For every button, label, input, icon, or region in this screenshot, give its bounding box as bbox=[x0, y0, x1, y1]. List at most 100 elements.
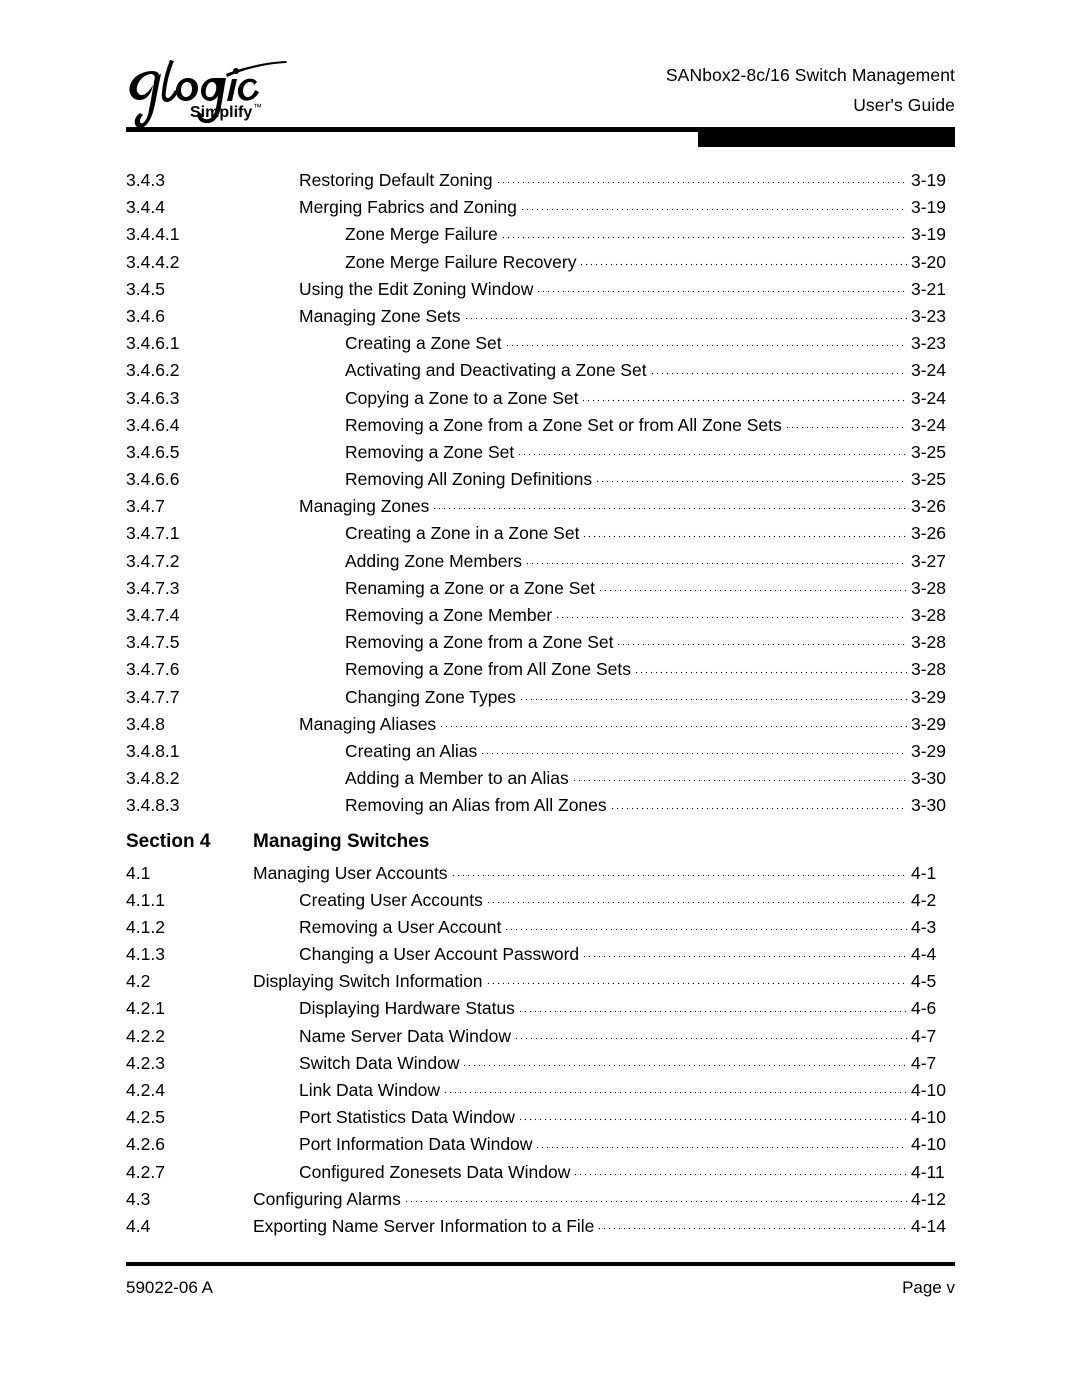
toc-entry[interactable]: 3.4.4.1 Zone Merge Failure 3-19 bbox=[126, 221, 955, 248]
toc-entry-body: Displaying Switch Information 4-5 bbox=[253, 968, 955, 995]
toc-entry[interactable]: 4.1.2 Removing a User Account 4-3 bbox=[126, 914, 955, 941]
toc-entry[interactable]: 3.4.8 Managing Aliases 3-29 bbox=[126, 711, 955, 738]
toc-entry-page: 3-25 bbox=[911, 469, 947, 490]
toc-entry[interactable]: 3.4.7 Managing Zones 3-26 bbox=[126, 493, 955, 520]
toc-leader-dots bbox=[500, 228, 907, 246]
toc-entry-title: Creating User Accounts bbox=[299, 889, 483, 910]
toc-entry[interactable]: 3.4.4.2 Zone Merge Failure Recovery 3-20 bbox=[126, 249, 955, 276]
toc-entry-title: Port Statistics Data Window bbox=[299, 1107, 515, 1128]
toc-entry-number: 4.1 bbox=[126, 862, 151, 883]
toc-entry-page: 3-26 bbox=[911, 496, 947, 517]
toc-entry[interactable]: 3.4.3 Restoring Default Zoning 3-19 bbox=[126, 167, 955, 194]
toc-entry[interactable]: 4.1.3 Changing a User Account Password 4-4 bbox=[126, 941, 955, 968]
toc-entry[interactable]: 3.4.4 Merging Fabrics and Zoning 3-19 bbox=[126, 194, 955, 221]
toc-entry-number: 3.4.8.2 bbox=[126, 768, 180, 789]
toc-entry[interactable]: 4.3 Configuring Alarms 4-12 bbox=[126, 1186, 955, 1213]
toc-entry-page: 3-29 bbox=[911, 740, 947, 761]
toc-entry-page: 3-28 bbox=[911, 659, 947, 680]
toc-entry-page: 4-2 bbox=[911, 889, 937, 910]
toc-entry-number: 4.4 bbox=[126, 1215, 151, 1236]
toc-leader-dots bbox=[573, 1165, 907, 1183]
toc-entry-number: 3.4.5 bbox=[126, 278, 165, 299]
toc-entry[interactable]: 4.2.6 Port Information Data Window 4-10 bbox=[126, 1131, 955, 1158]
toc-leader-dots bbox=[525, 554, 907, 572]
toc-entry[interactable]: 4.2.5 Port Statistics Data Window 4-10 bbox=[126, 1104, 955, 1131]
toc-entry[interactable]: 3.4.7.7 Changing Zone Types 3-29 bbox=[126, 684, 955, 711]
toc-entry[interactable]: 3.4.8.1 Creating an Alias 3-29 bbox=[126, 738, 955, 765]
toc-entry-page: 3-23 bbox=[911, 305, 947, 326]
toc-entry-title: Removing a Zone Set bbox=[345, 441, 515, 462]
toc-entry-number: 3.4.7.6 bbox=[126, 659, 180, 680]
toc-entry-title: Managing Zones bbox=[299, 496, 430, 517]
toc-entry[interactable]: 3.4.7.1 Creating a Zone in a Zone Set 3-26 bbox=[126, 520, 955, 547]
toc-entry[interactable]: 3.4.7.5 Removing a Zone from a Zone Set 3-… bbox=[126, 629, 955, 656]
toc-entry-body: Renaming a Zone or a Zone Set 3-28 bbox=[345, 575, 955, 602]
toc-leader-dots bbox=[597, 1220, 907, 1238]
toc-entry[interactable]: 4.2 Displaying Switch Information 4-5 bbox=[126, 968, 955, 995]
toc-entry-title: Renaming a Zone or a Zone Set bbox=[345, 577, 596, 598]
page-number: Page v bbox=[902, 1278, 955, 1297]
toc-entry-number: 3.4.6.4 bbox=[126, 414, 180, 435]
toc-entry-page: 4-4 bbox=[911, 944, 937, 965]
toc-entry[interactable]: 3.4.5 Using the Edit Zoning Window 3-21 bbox=[126, 276, 955, 303]
toc-entry-number: 3.4.6.2 bbox=[126, 360, 180, 381]
toc-entry[interactable]: 4.2.2 Name Server Data Window 4-7 bbox=[126, 1023, 955, 1050]
toc-entry[interactable]: 4.2.1 Displaying Hardware Status 4-6 bbox=[126, 995, 955, 1022]
toc-entry[interactable]: 3.4.6.1 Creating a Zone Set 3-23 bbox=[126, 330, 955, 357]
toc-leader-dots bbox=[582, 527, 907, 545]
toc-entry[interactable]: 3.4.6.3 Copying a Zone to a Zone Set 3-24 bbox=[126, 385, 955, 412]
toc-leader-dots bbox=[571, 772, 907, 790]
toc-section-title: Managing Switches bbox=[253, 830, 430, 852]
toc-entry-page: 4-7 bbox=[911, 1052, 937, 1073]
toc-entry-number: 4.1.1 bbox=[126, 889, 165, 910]
page-header: Simplify ™ SANbox2-8c/16 Switch Manageme… bbox=[126, 40, 955, 132]
toc-entry[interactable]: 3.4.7.4 Removing a Zone Member 3-28 bbox=[126, 602, 955, 629]
toc-entry[interactable]: 3.4.6 Managing Zone Sets 3-23 bbox=[126, 303, 955, 330]
toc-leader-dots bbox=[598, 582, 907, 600]
toc-entry-page: 3-26 bbox=[911, 523, 947, 544]
toc-entry[interactable]: 3.4.6.4 Removing a Zone from a Zone Set o… bbox=[126, 412, 955, 439]
document-page: Simplify ™ SANbox2-8c/16 Switch Manageme… bbox=[0, 0, 1080, 1397]
toc-entry-number: 4.2.2 bbox=[126, 1025, 165, 1046]
toc-entry-number: 3.4.6.5 bbox=[126, 441, 180, 462]
toc-entry[interactable]: 3.4.7.6 Removing a Zone from All Zone Set… bbox=[126, 656, 955, 683]
toc-entry-body: Creating a Zone in a Zone Set 3-26 bbox=[345, 520, 955, 547]
toc-entry-page: 3-27 bbox=[911, 550, 947, 571]
toc-entry-body: Name Server Data Window 4-7 bbox=[299, 1023, 955, 1050]
toc-entry[interactable]: 4.1 Managing User Accounts 4-1 bbox=[126, 860, 955, 887]
header-accent-block bbox=[698, 127, 955, 147]
toc-entry-number: 4.1.2 bbox=[126, 916, 165, 937]
toc-entry[interactable]: 3.4.6.2 Activating and Deactivating a Zon… bbox=[126, 357, 955, 384]
toc-entry[interactable]: 3.4.7.2 Adding Zone Members 3-27 bbox=[126, 548, 955, 575]
toc-entry[interactable]: 4.2.4 Link Data Window 4-10 bbox=[126, 1077, 955, 1104]
toc-entry[interactable]: 4.1.1 Creating User Accounts 4-2 bbox=[126, 887, 955, 914]
toc-entry[interactable]: 3.4.6.6 Removing All Zoning Definitions 3-… bbox=[126, 466, 955, 493]
toc-leader-dots bbox=[504, 337, 907, 355]
table-of-contents: 3.4.3 Restoring Default Zoning 3-19 3.4.4 Me… bbox=[126, 167, 955, 1240]
toc-entry-page: 3-24 bbox=[911, 414, 947, 435]
toc-entry-page: 4-3 bbox=[911, 916, 937, 937]
page-footer: 59022-06 A Page v bbox=[126, 1278, 955, 1302]
toc-entry-number: 3.4.7.3 bbox=[126, 577, 180, 598]
toc-entry[interactable]: 4.2.7 Configured Zonesets Data Window 4-11 bbox=[126, 1159, 955, 1186]
toc-entry-number: 4.2.7 bbox=[126, 1161, 165, 1182]
toc-leader-dots bbox=[517, 446, 907, 464]
toc-entry[interactable]: 4.2.3 Switch Data Window 4-7 bbox=[126, 1050, 955, 1077]
toc-entry-body: Zone Merge Failure 3-19 bbox=[345, 221, 955, 248]
toc-entry[interactable]: 3.4.7.3 Renaming a Zone or a Zone Set 3-28 bbox=[126, 575, 955, 602]
toc-entry-body: Merging Fabrics and Zoning 3-19 bbox=[299, 194, 955, 221]
toc-entry[interactable]: 3.4.8.2 Adding a Member to an Alias 3-30 bbox=[126, 765, 955, 792]
toc-entry-title: Removing All Zoning Definitions bbox=[345, 469, 593, 490]
toc-leader-dots bbox=[480, 745, 907, 763]
toc-entry-title: Managing Aliases bbox=[299, 713, 437, 734]
toc-entry-body: Exporting Name Server Information to a F… bbox=[253, 1213, 955, 1240]
toc-entry[interactable]: 3.4.6.5 Removing a Zone Set 3-25 bbox=[126, 439, 955, 466]
header-title-block: SANbox2-8c/16 Switch Management User's G… bbox=[666, 60, 955, 120]
toc-entry-body: Managing Zones 3-26 bbox=[299, 493, 955, 520]
toc-entry[interactable]: 4.4 Exporting Name Server Information to … bbox=[126, 1213, 955, 1240]
toc-entry-number: 3.4.4 bbox=[126, 197, 165, 218]
toc-entry-number: 3.4.3 bbox=[126, 170, 165, 190]
toc-entry-number: 3.4.7.7 bbox=[126, 686, 180, 707]
toc-entry[interactable]: 3.4.8.3 Removing an Alias from All Zones 3… bbox=[126, 792, 955, 819]
toc-leader-dots bbox=[517, 1002, 907, 1020]
